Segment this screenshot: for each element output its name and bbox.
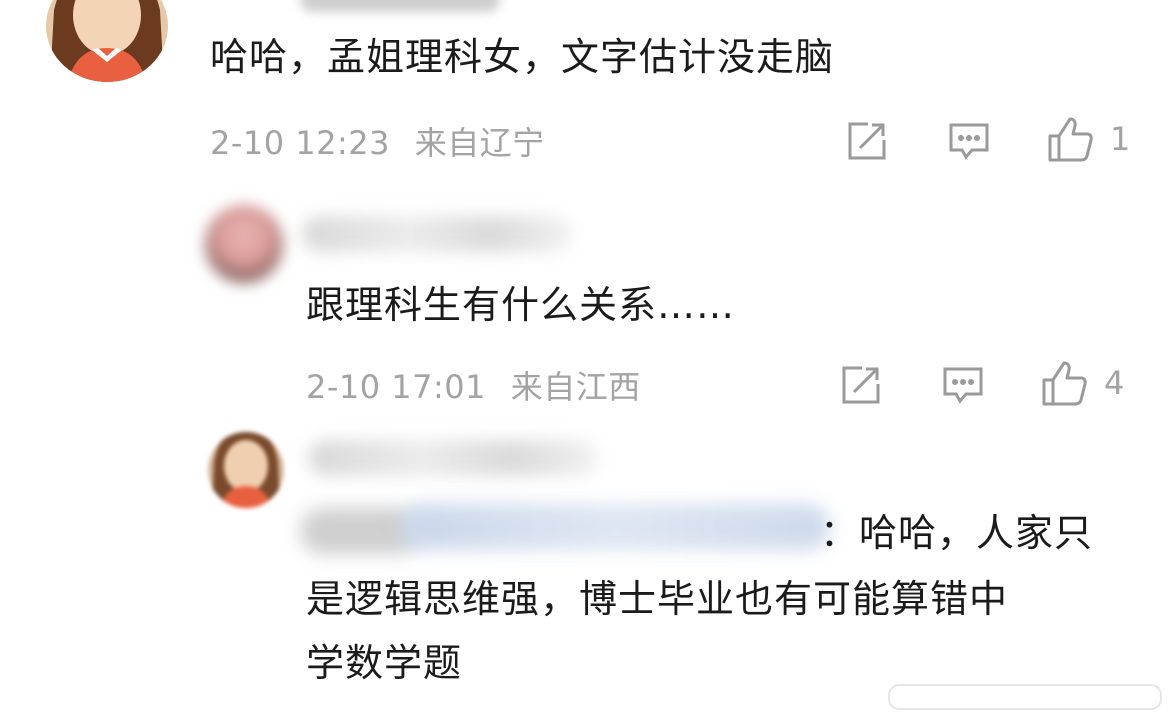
like-count: 4 (1104, 364, 1125, 402)
blurred-username (300, 0, 500, 12)
comment-text-line: 学数学题 (306, 641, 463, 685)
comment-time: 2-10 12:23 (210, 124, 391, 162)
comment-text: 哈哈，孟姐理科女，文字估计没走脑 (210, 35, 835, 79)
comment-meta: 2-10 17:01 来自江西 (306, 362, 641, 408)
comment-meta: 2-10 12:23 来自辽宁 (210, 118, 545, 164)
like-icon[interactable] (1040, 360, 1088, 408)
comment-time: 2-10 17:01 (306, 368, 487, 406)
share-icon[interactable] (840, 364, 882, 406)
blurred-username (302, 216, 572, 252)
like-count: 1 (1110, 120, 1131, 158)
avatar[interactable] (208, 432, 284, 508)
comment-text-line: ：哈哈，人家只 (820, 511, 1094, 555)
avatar[interactable] (46, 0, 168, 82)
comment-text-line: 是逻辑思维强，博士毕业也有可能算错中 (306, 577, 1009, 621)
comment-location: 来自辽宁 (414, 124, 545, 162)
share-icon[interactable] (846, 120, 888, 162)
like-icon[interactable] (1046, 116, 1094, 164)
avatar[interactable] (205, 205, 283, 283)
comment-icon[interactable] (942, 364, 984, 406)
watermark (888, 684, 1162, 710)
comment-icon[interactable] (948, 120, 990, 162)
blurred-mention-link[interactable] (400, 504, 830, 550)
comment-text: 跟理科生有什么关系…… (306, 283, 736, 327)
blurred-username (308, 440, 598, 476)
comment-location: 来自江西 (510, 368, 641, 406)
